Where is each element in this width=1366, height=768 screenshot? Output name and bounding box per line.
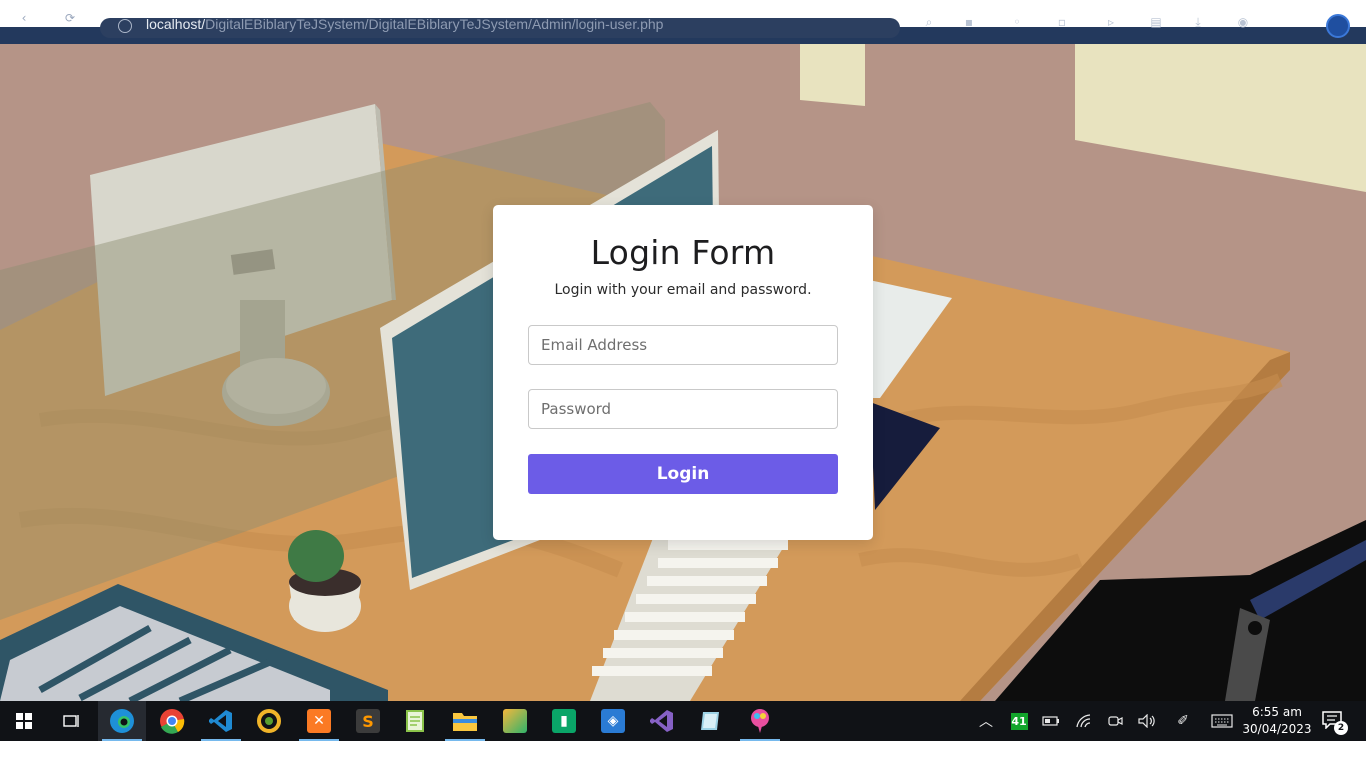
battery-badge[interactable]: 41: [1008, 701, 1030, 741]
sublime-icon[interactable]: S: [344, 701, 392, 741]
volume-icon[interactable]: [1136, 701, 1158, 741]
back-button[interactable]: ‹: [16, 12, 32, 24]
url-host: localhost/: [146, 18, 206, 32]
xampp-icon[interactable]: ✕: [295, 701, 343, 741]
extension-icon[interactable]: ▪: [962, 15, 976, 29]
sync-icon[interactable]: ◦: [1010, 15, 1024, 29]
favorites-icon[interactable]: ▤: [1149, 15, 1163, 29]
clock[interactable]: 6:55 am 30/04/2023: [1242, 704, 1312, 738]
search-icon[interactable]: ⌕: [922, 15, 936, 29]
note-icon[interactable]: [686, 701, 734, 741]
profile-avatar-icon[interactable]: ◉: [1236, 15, 1250, 29]
refresh-button[interactable]: ⟳: [62, 12, 78, 24]
login-card: Login Form Login with your email and pas…: [493, 205, 873, 540]
pen-icon[interactable]: ✐: [1172, 701, 1194, 741]
notepad-icon[interactable]: [392, 701, 440, 741]
notification-count: 2: [1334, 721, 1348, 735]
green-app-icon[interactable]: ▮: [540, 701, 588, 741]
info-icon[interactable]: [118, 19, 132, 33]
paint-icon[interactable]: [736, 701, 784, 741]
file-explorer-icon[interactable]: [441, 701, 489, 741]
battery-icon[interactable]: [1040, 701, 1062, 741]
password-field[interactable]: [528, 389, 838, 429]
taskbar: ✕ S ▮ ◈ ︿ 41 ✐ 6:55 am 30/04/2023 2: [0, 701, 1366, 741]
puzzle-icon[interactable]: ▫: [1055, 15, 1069, 29]
screen-bottom-strip: [0, 741, 1366, 768]
visual-studio-icon[interactable]: [638, 701, 686, 741]
battery-badge-value: 41: [1010, 712, 1028, 730]
login-button[interactable]: Login: [528, 454, 838, 494]
chrome-icon[interactable]: [148, 701, 196, 741]
task-view-icon[interactable]: [48, 701, 96, 741]
chameleon-icon[interactable]: [245, 701, 293, 741]
copilot-icon[interactable]: [1326, 14, 1350, 38]
keyboard-icon[interactable]: [1208, 701, 1236, 741]
box-icon[interactable]: ◈: [589, 701, 637, 741]
edge-icon[interactable]: [98, 701, 146, 741]
address-bar[interactable]: localhost/DigitalEBiblaryTeJSystem/Digit…: [100, 18, 900, 38]
url-text[interactable]: localhost/DigitalEBiblaryTeJSystem/Digit…: [146, 18, 663, 32]
windows-start-icon[interactable]: [0, 701, 48, 741]
chevron-up-icon[interactable]: ︿: [976, 701, 996, 741]
page-title: Login Form: [590, 233, 776, 272]
url-path: DigitalEBiblaryTeJSystem/DigitalEBiblary…: [205, 18, 664, 32]
split-screen-icon[interactable]: ▹: [1104, 15, 1118, 29]
browser-chrome: ‹ ⟳ localhost/DigitalEBiblaryTeJSystem/D…: [0, 0, 1366, 44]
clock-time: 6:55 am: [1252, 705, 1302, 719]
vscode-icon[interactable]: [197, 701, 245, 741]
snip-icon[interactable]: [491, 701, 539, 741]
notification-center-icon[interactable]: 2: [1322, 711, 1348, 735]
download-icon[interactable]: ⤓: [1191, 15, 1205, 29]
meet-now-icon[interactable]: [1104, 701, 1126, 741]
email-field[interactable]: [528, 325, 838, 365]
clock-date: 30/04/2023: [1242, 722, 1312, 736]
login-subtitle: Login with your email and password.: [554, 282, 812, 298]
wifi-icon[interactable]: [1073, 701, 1095, 741]
